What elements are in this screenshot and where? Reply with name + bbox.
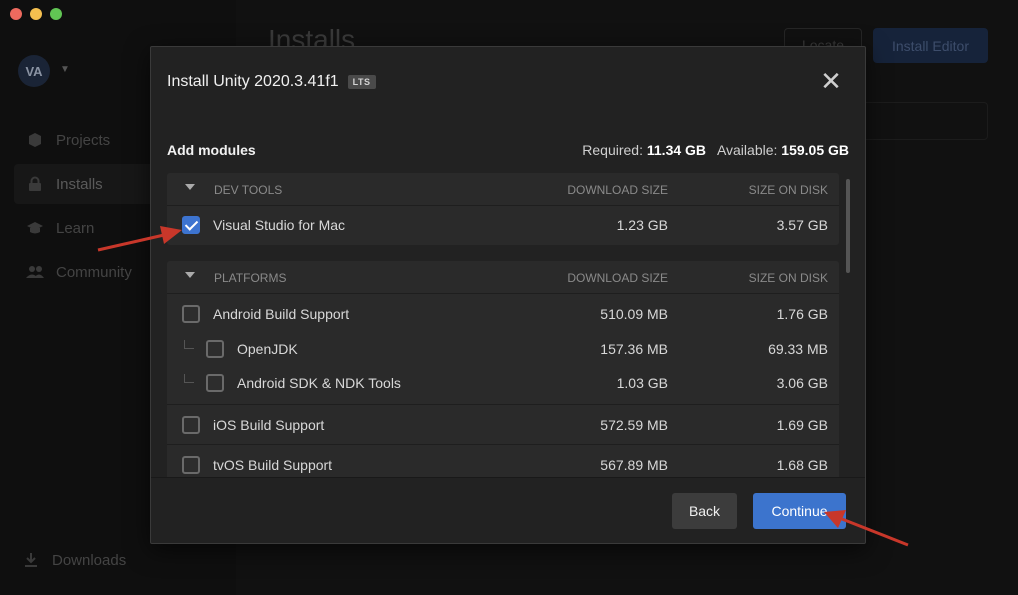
module-download-size: 157.36 MB [600,341,668,357]
sidebar-item-label: Learn [56,219,95,237]
module-group-platforms: PLATFORMS DOWNLOAD SIZE SIZE ON DISK And… [167,261,839,477]
module-name: Visual Studio for Mac [213,217,346,233]
module-download-size: 1.23 GB [616,217,668,233]
module-disk-size: 1.69 GB [776,417,828,433]
downloads-button[interactable]: Downloads [10,540,232,580]
group-header[interactable]: DEV TOOLS DOWNLOAD SIZE SIZE ON DISK [167,173,839,206]
module-row-tvos-build-support[interactable]: tvOS Build Support 567.89 MB 1.68 GB [167,444,839,477]
caret-down-icon[interactable] [185,184,195,190]
module-name: Android Build Support [213,306,350,322]
module-download-size: 567.89 MB [600,457,668,473]
group-header[interactable]: PLATFORMS DOWNLOAD SIZE SIZE ON DISK [167,261,839,294]
unity-hub-window: VA ▼ Projects Installs Learn Community D… [0,0,1018,595]
tree-connector [184,340,194,349]
caret-down-icon[interactable] [185,272,195,278]
chevron-down-icon[interactable]: ▼ [60,64,70,75]
disk-space-summary: Required: 11.34 GB Available: 159.05 GB [582,142,849,158]
module-disk-size: 1.76 GB [776,306,828,322]
avatar[interactable]: VA [18,55,50,87]
module-download-size: 1.03 GB [616,375,668,391]
module-checkbox[interactable] [182,305,200,323]
module-name: OpenJDK [237,341,298,357]
column-size-on-disk: SIZE ON DISK [748,183,828,197]
window-controls [10,8,62,20]
module-checkbox[interactable] [206,340,224,358]
module-row-ios-build-support[interactable]: iOS Build Support 572.59 MB 1.69 GB [167,404,839,444]
lock-icon [26,175,44,193]
module-checkbox[interactable] [182,416,200,434]
back-button[interactable]: Back [672,493,737,529]
modules-scrollbar[interactable] [846,179,850,273]
group-name: DEV TOOLS [214,183,283,197]
module-download-size: 572.59 MB [600,417,668,433]
available-value: 159.05 GB [781,142,849,158]
module-name: Android SDK & NDK Tools [237,375,401,391]
module-disk-size: 69.33 MB [768,341,828,357]
download-icon [22,551,40,569]
zoom-window-button[interactable] [50,8,62,20]
module-name: iOS Build Support [213,417,325,433]
module-checkbox[interactable] [206,374,224,392]
people-icon [26,263,44,281]
sidebar-item-label: Projects [56,131,111,149]
required-label: Required: [582,142,643,158]
module-checkbox[interactable] [182,456,200,474]
module-row-visual-studio[interactable]: Visual Studio for Mac 1.23 GB 3.57 GB [167,206,839,244]
module-group-dev-tools: DEV TOOLS DOWNLOAD SIZE SIZE ON DISK Vis… [167,173,839,245]
required-value: 11.34 GB [646,142,707,158]
close-icon[interactable]: ✕ [819,68,843,94]
module-row-android-build-support[interactable]: Android Build Support 510.09 MB 1.76 GB [167,295,839,333]
minimize-window-button[interactable] [30,8,42,20]
module-row-openjdk[interactable]: OpenJDK 157.36 MB 69.33 MB [167,332,839,366]
add-modules-heading: Add modules [167,142,256,158]
dialog-title-text: Install Unity 2020.3.41f1 [167,73,339,90]
install-modules-dialog: Install Unity 2020.3.41f1 LTS ✕ Add modu… [150,46,866,544]
module-download-size: 510.09 MB [600,306,668,322]
modules-list[interactable]: DEV TOOLS DOWNLOAD SIZE SIZE ON DISK Vis… [167,173,839,477]
column-download-size: DOWNLOAD SIZE [567,271,668,285]
downloads-label: Downloads [52,551,127,569]
group-name: PLATFORMS [214,271,287,285]
continue-button[interactable]: Continue [753,493,846,529]
column-size-on-disk: SIZE ON DISK [748,271,828,285]
install-editor-button[interactable]: Install Editor [873,28,988,63]
lts-badge: LTS [347,75,376,89]
module-disk-size: 3.06 GB [776,375,828,391]
graduation-cap-icon [26,219,44,237]
module-row-android-sdk-ndk[interactable]: Android SDK & NDK Tools 1.03 GB 3.06 GB [167,366,839,402]
available-label: Available: [716,142,778,158]
footer-divider [151,477,865,478]
tree-connector [184,374,194,383]
module-disk-size: 1.68 GB [776,457,828,473]
sidebar-item-label: Installs [56,175,103,193]
module-checkbox[interactable] [182,216,200,234]
sidebar-item-label: Community [56,263,132,281]
dialog-title: Install Unity 2020.3.41f1 LTS [167,73,376,91]
column-download-size: DOWNLOAD SIZE [567,183,668,197]
close-window-button[interactable] [10,8,22,20]
module-name: tvOS Build Support [213,457,333,473]
cube-icon [26,131,44,149]
module-disk-size: 3.57 GB [776,217,828,233]
